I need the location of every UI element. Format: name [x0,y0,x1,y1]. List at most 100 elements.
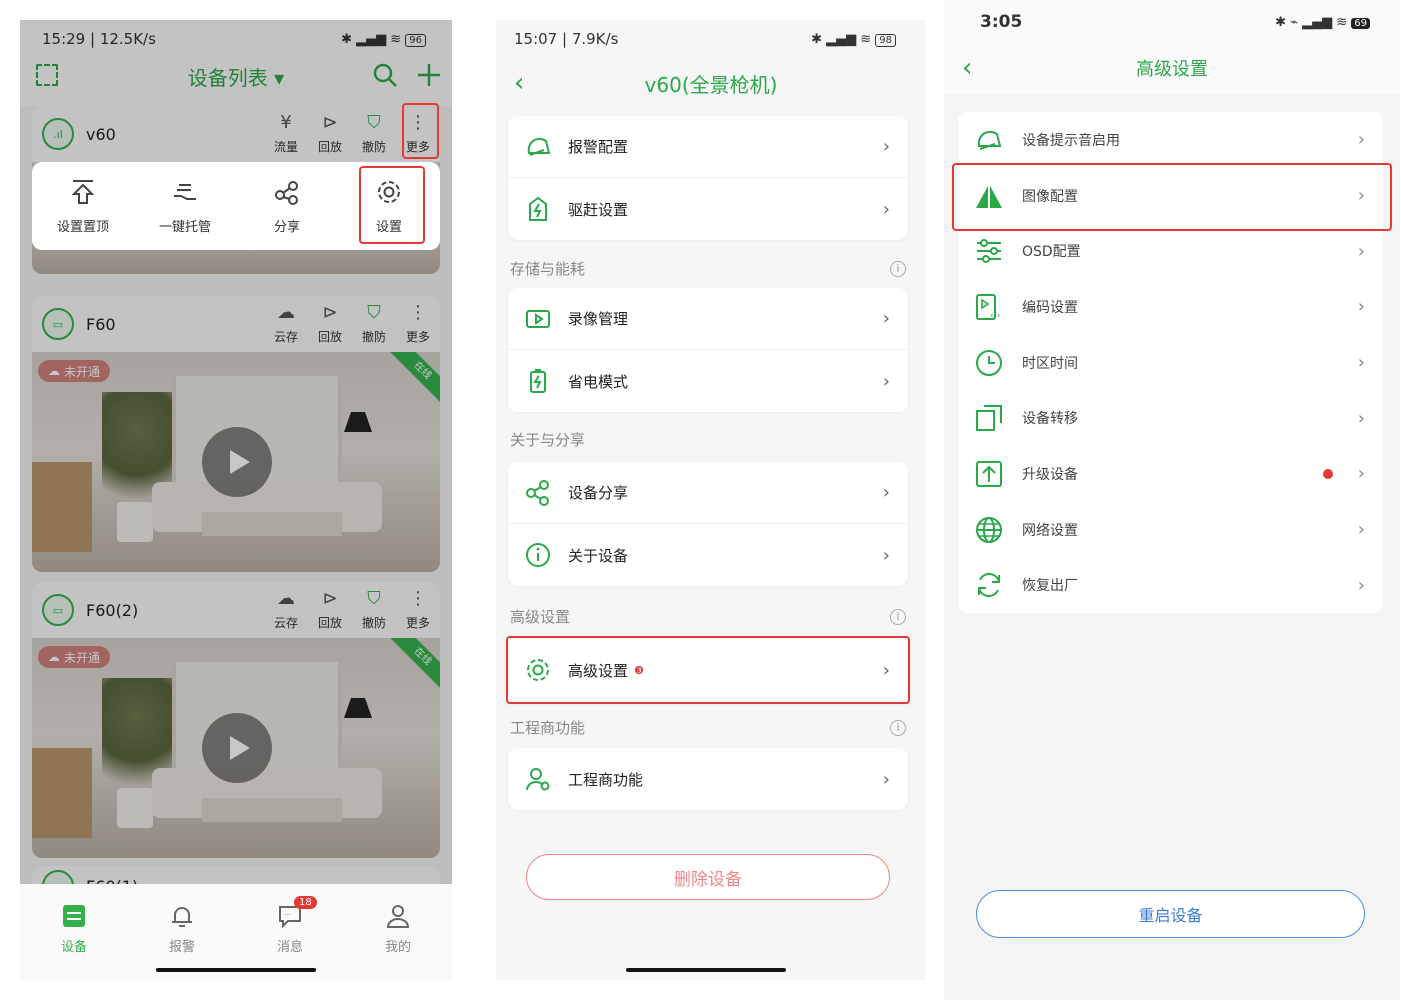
more-button[interactable]: ⋮ 更多 [396,301,440,345]
code-file-icon: ‹/› [976,293,1000,321]
chevron-right-icon: › [1357,519,1365,541]
playback-button[interactable]: ⊳ 回放 [308,301,352,345]
chevron-right-icon: › [1357,296,1365,318]
traffic-button[interactable]: ¥ 流量 [264,111,308,155]
restart-device-button[interactable]: 重启设备 [976,890,1365,938]
recording-row[interactable]: 录像管理 › [508,288,908,350]
hosting-button[interactable]: 一键托管 [134,178,236,235]
shield-icon: ⛉ [367,587,381,609]
tab-profile[interactable]: 我的 [344,902,452,980]
chevron-right-icon: › [1357,574,1365,596]
chevron-right-icon: › [882,768,890,790]
status-bar: 3:05 ✱ ⌁ ▂▄▆ ≋ 69 [944,0,1400,44]
online-badge: 在线 [387,638,440,692]
network-settings-row[interactable]: 网络设置 › [958,502,1383,558]
shield-icon: ⛉ [367,301,381,323]
highlight-settings [359,166,425,244]
repel-settings-row[interactable]: 驱赶设置 › [508,178,908,240]
play-icon[interactable] [202,713,272,783]
page-title: 高级设置 [1136,59,1208,80]
about-device-row[interactable]: 关于设备 › [508,524,908,586]
chevron-right-icon: › [882,308,890,329]
more-button[interactable]: ⋮ 更多 [396,589,440,631]
tab-devices[interactable]: 设备 [20,902,128,980]
chevron-right-icon: › [1357,352,1365,374]
device-share-row[interactable]: 设备分享 › [508,462,908,524]
device-list-screen: 15:29 | 12.5K/s ✱ ▂▄▆ ≋ 96 设备列表 ▾ .ıl v6… [20,20,452,980]
storage-group: 录像管理 › 省电模式 › [508,288,908,412]
advanced-settings-row[interactable]: 高级设置 ❸ › [508,638,908,702]
info-icon[interactable]: i [890,260,906,277]
camera-name: F60(2) [86,600,139,620]
add-icon[interactable] [416,62,442,88]
playback-button[interactable]: ⊳ 回放 [308,111,352,155]
info-icon[interactable]: i [890,608,906,625]
about-group: 设备分享 › 关于设备 › [508,462,908,586]
advanced-group: 高级设置 ❸ › [506,636,910,704]
chevron-right-icon: › [882,482,890,503]
chevron-right-icon: › [1357,407,1365,429]
timezone-row[interactable]: 时区时间 › [958,335,1383,391]
cloud-icon: ☁ [277,587,295,609]
cloud-storage-button[interactable]: ☁ 云存 [264,587,308,631]
camera-thumbnail[interactable]: ☁ 未开通 在线 [32,638,440,858]
cloud-storage-button[interactable]: ☁ 云存 [264,303,308,345]
engineering-row[interactable]: 工程商功能 › [508,748,908,810]
camera-thumbnail[interactable]: ☁ 未开通 在线 [32,352,440,572]
chevron-right-icon: › [882,659,890,681]
alarm-config-row[interactable]: 报警配置 › [508,116,908,178]
delete-device-button[interactable]: 删除设备 [526,854,890,900]
camera-card-f60[interactable]: ▭ F60 ☁ 云存 ⊳ 回放 ⛉ 撤防 ⋮ 更多 ☁ 未开通 在线 [32,296,440,572]
alarm-icon [527,137,551,156]
cloud-status-badge: ☁ 未开通 [38,360,111,382]
info-icon[interactable]: i [890,719,906,736]
upgrade-device-row[interactable]: 升级设备 › [958,446,1383,502]
osd-config-row[interactable]: OSD配置 › [958,223,1383,279]
clock-icon [976,349,1002,376]
chevron-right-icon: › [882,544,890,566]
more-icon: ⋮ [409,301,427,323]
back-icon[interactable]: ‹ [514,68,524,98]
chevron-right-icon: › [882,198,890,220]
yen-icon: ¥ [280,111,292,133]
playback-button[interactable]: ⊳ 回放 [308,587,352,631]
advanced-settings-screen: 3:05 ✱ ⌁ ▂▄▆ ≋ 69 ‹ 高级设置 设备提示音启用 › 图像配置 › … [944,0,1400,1000]
pin-top-icon [71,179,95,204]
disarm-button[interactable]: ⛉ 撤防 [352,587,396,631]
back-icon[interactable]: ‹ [962,53,972,83]
disarm-button[interactable]: ⛉ 撤防 [352,301,396,345]
status-icons: ✱ ▂▄▆ ≋ 98 [811,32,896,47]
online-badge: 在线 [387,352,440,406]
battery-icon [530,369,546,393]
svg-text:‹/›: ‹/› [990,311,1000,321]
search-icon[interactable] [372,62,398,88]
section-advanced: 高级设置 i [510,606,906,627]
play-circle-icon: ⊳ [322,301,338,323]
status-icons: ✱ ⌁ ▂▄▆ ≋ 69 [1275,15,1370,30]
device-tone-row[interactable]: 设备提示音启用 › [958,112,1383,168]
disarm-button[interactable]: ⛉ 撤防 [352,111,396,155]
factory-reset-row[interactable]: 恢复出厂 › [958,558,1383,614]
camera-card-f60-2[interactable]: ▭ F60(2) ☁ 云存 ⊳ 回放 ⛉ 撤防 ⋮ 更多 ☁ 未开通 在线 [32,582,440,858]
section-about: 关于与分享 [510,431,586,449]
play-icon[interactable] [202,427,272,497]
status-time: 3:05 [980,12,1023,32]
share-button[interactable]: 分享 [236,178,338,235]
play-circle-icon: ⊳ [322,587,338,609]
shield-icon: ⛉ [367,111,381,133]
share-icon [526,479,549,506]
device-transfer-row[interactable]: 设备转移 › [958,390,1383,446]
device-settings-screen: 15:07 | 7.9K/s ✱ ▂▄▆ ≋ 98 ‹ v60(全景枪机) 报警… [496,20,926,980]
status-time: 15:29 | 12.5K/s [42,30,156,48]
encoding-row[interactable]: ‹/› 编码设置 › [958,279,1383,335]
play-circle-icon: ⊳ [322,111,338,133]
transfer-icon [976,405,1002,432]
user-icon [386,905,410,928]
share-icon [275,180,298,205]
pin-top-button[interactable]: 设置置顶 [32,178,134,235]
message-count-badge: 18 [294,896,317,909]
repel-icon [529,196,547,221]
power-saving-row[interactable]: 省电模式 › [508,350,908,412]
svg-text:···: ··· [284,911,291,919]
cloud-status-badge: ☁ 未开通 [38,646,111,668]
